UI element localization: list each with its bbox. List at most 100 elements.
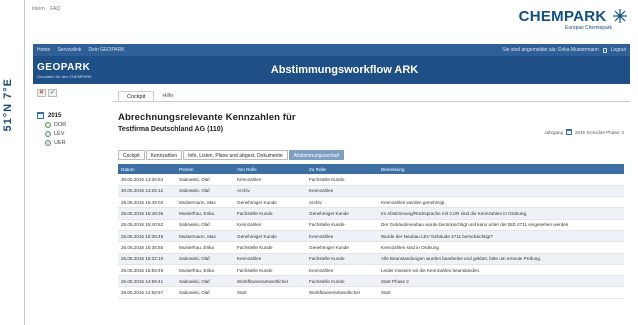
table-cell: Sabowski, Olaf (179, 278, 210, 284)
sidebar-item-label: DOR (54, 122, 67, 128)
table-cell: 25.05.2016 15:59:49 (121, 267, 164, 273)
column-header-bemerkung[interactable]: Bemerkung (378, 164, 624, 174)
table-cell: Mustermann, Max (179, 233, 216, 239)
phase-label: Erreichte Phase: 2 (586, 129, 624, 135)
sidebar-year-label: 2015 (48, 112, 62, 119)
logged-in-text: Sie sind angemeldet als: Erika Musterman… (502, 47, 599, 53)
subtab-kennzahlen[interactable]: Kennzahlen (145, 150, 183, 160)
app-banner: GEOPARK Geodaten für den CHEMPARK Abstim… (33, 56, 630, 84)
table-cell: Sabowski, Olaf (179, 290, 210, 296)
subtab-info-listen[interactable]: Info, Listen, Pläne und abgest. Dokument… (183, 150, 288, 160)
table-cell: Start (237, 290, 247, 296)
table-row[interactable]: 30.05.2016 13:26:12 Sabowski, Olaf Archiv K… (118, 185, 624, 197)
calendar-icon[interactable] (565, 129, 572, 135)
table-row[interactable]: 25.05.2016 15:49:02 Mustermann, Max Genehm… (118, 197, 624, 208)
nav-home[interactable]: Home (37, 47, 50, 53)
vertical-coordinate-label: 51°N 7°E (2, 78, 14, 132)
table-cell: Genehmiger Kunde (309, 244, 349, 250)
table-row[interactable]: 25.05.2016 15:40:52 Sabowski, Olaf Kennzah… (118, 219, 624, 231)
nav-servicelink[interactable]: Servicelink (57, 47, 81, 53)
table-cell: Fachstelle Kunde (309, 222, 345, 228)
table-cell: Musterfrau, Erika (179, 267, 214, 273)
sidebar-item-uer[interactable]: UER (45, 140, 113, 146)
table-cell: Kennzahlen (237, 222, 262, 228)
table-row[interactable]: 25.05.2016 15:32:10 Sabowski, Olaf Kennzah… (118, 253, 624, 265)
column-header-von-rolle[interactable]: Von Rolle (234, 164, 306, 174)
site-radio-icon (45, 131, 51, 137)
brand[interactable]: GEOPARK Geodaten für den CHEMPARK (33, 62, 119, 79)
top-link-faq[interactable]: FAQ (50, 6, 60, 12)
table-cell: Fachstelle Kunde (309, 278, 345, 284)
table-cell: 25.05.2016 15:35:55 (121, 244, 164, 250)
table-row[interactable]: 25.05.2016 15:59:49 Musterfrau, Erika Fach… (118, 264, 624, 276)
table-cell: Kennzahlen (309, 267, 334, 273)
column-header-person[interactable]: Person (176, 164, 234, 174)
table-row[interactable]: 25.05.2016 15:48:36 Musterfrau, Erika Fach… (118, 207, 624, 220)
site-radio-icon (45, 122, 51, 128)
chempark-logo[interactable]: CHEMPARK Europas Chemiepark (519, 8, 628, 31)
logout-link[interactable]: Logout (611, 47, 626, 53)
table-row[interactable]: 25.05.2016 15:35:55 Musterfrau, Erika Fach… (118, 242, 624, 254)
sidebar-item-label: UER (54, 140, 66, 146)
star-burst-icon (613, 9, 627, 23)
subtab-abstimmungsverlauf[interactable]: Abstimmungsverlauf (288, 150, 344, 160)
tab-divider (113, 101, 630, 102)
table-row[interactable]: 25.05.2016 15:35:49 Mustermann, Max Genehm… (118, 230, 624, 242)
tab-cockpit[interactable]: Cockpit (118, 91, 155, 101)
table-cell: Archiv (237, 188, 250, 194)
table-cell: Sabowski, Olaf (179, 256, 210, 262)
table-cell: Sabowski, Olaf (179, 222, 210, 228)
section-heading: Abrechnungsrelevante Kennzahlen für (118, 112, 296, 123)
top-navbar: Home Servicelink Dein GEOPARK Sie sind a… (33, 44, 630, 56)
table-cell: 25.05.2016 15:49:02 (121, 199, 164, 205)
table-cell: 25.05.2016 15:40:52 (121, 222, 164, 228)
column-header-datum[interactable]: Datum (118, 164, 176, 174)
sidebar-item-lev[interactable]: LEV (45, 131, 113, 137)
table-cell (378, 185, 624, 196)
table-row[interactable]: 25.05.2016 14:58:57 Sabowski, Olaf Start Wo… (118, 287, 624, 299)
tab-hilfe[interactable]: Hilfe (154, 91, 181, 101)
sidebar-year[interactable]: 2015 (37, 112, 113, 119)
table-cell: Leider müssen wir die Kennzahlen beansta… (381, 267, 481, 273)
table-cell: Workflowverantwortlicher (309, 290, 361, 296)
table-cell: Kennzahlen werden genehmigt. (381, 199, 446, 205)
table-row[interactable]: 25.05.2016 14:59:41 Sabowski, Olaf Workflo… (118, 275, 624, 287)
sidebar-item-dor[interactable]: DOR (45, 122, 113, 128)
table-row[interactable]: 30.05.2016 13:26:54 Sabowski, Olaf Kennzah… (118, 174, 624, 186)
table-cell: Fachstelle Kunde (237, 244, 273, 250)
reject-button[interactable]: ✕ (37, 89, 46, 97)
main-tabs: Cockpit Hilfe (118, 91, 181, 101)
top-link-intern[interactable]: Intern (32, 6, 45, 12)
table-cell: Kennzahlen (237, 176, 262, 182)
table-cell: Kennzahlen (309, 233, 334, 239)
table-cell: Fachstelle Kunde (237, 211, 273, 217)
year-selector-value[interactable]: 2015 (575, 130, 585, 135)
table-cell (378, 174, 624, 185)
table-cell: 25.05.2016 14:59:41 (121, 278, 164, 284)
company-name: Testfirma Deutschland AG (110) (118, 126, 224, 133)
table-cell: Alle Beanstandungen wurden bearbeitet un… (381, 256, 542, 262)
subtab-cockpit[interactable]: Cockpit (118, 150, 145, 160)
table-cell: 25.05.2016 15:35:49 (121, 233, 164, 239)
table-cell: Mustermann, Max (179, 199, 216, 205)
table-cell: Kennzahlen (237, 256, 262, 262)
table-cell: Im Abstimmung/Rücksprache mit CUR sind d… (381, 211, 528, 217)
table-cell: Archiv (309, 199, 322, 205)
table-header-row: Datum Person Von Rolle Zu Rolle Bemerkun… (118, 164, 624, 174)
table-cell: Start Phase 2 (381, 278, 409, 284)
nav-dein-geopark[interactable]: Dein GEOPARK (89, 47, 125, 53)
column-header-zu-rolle[interactable]: Zu Rolle (306, 164, 378, 174)
table-cell: Workflowverantwortlicher (237, 278, 289, 284)
brand-subtitle: Geodaten für den CHEMPARK (37, 73, 92, 79)
table-cell: Musterfrau, Erika (179, 244, 214, 250)
table-cell: 25.05.2016 15:48:36 (121, 211, 164, 217)
table-cell: 30.05.2016 13:26:54 (121, 176, 164, 182)
sidebar-item-label: LEV (54, 131, 65, 137)
approve-button[interactable]: ✓ (48, 89, 57, 97)
table-cell: Sabowski, Olaf (179, 176, 210, 182)
table-cell: 25.05.2016 15:32:10 (121, 256, 164, 262)
table-cell: Der Gebäudeneubau wurde berücksichtigt u… (381, 222, 570, 228)
logo-word: CHEMPARK (518, 8, 607, 25)
table-cell: Kennzahlen (309, 188, 334, 194)
table-cell: Wurde der Neubau LEV Gebäude 4711 berück… (381, 233, 493, 239)
